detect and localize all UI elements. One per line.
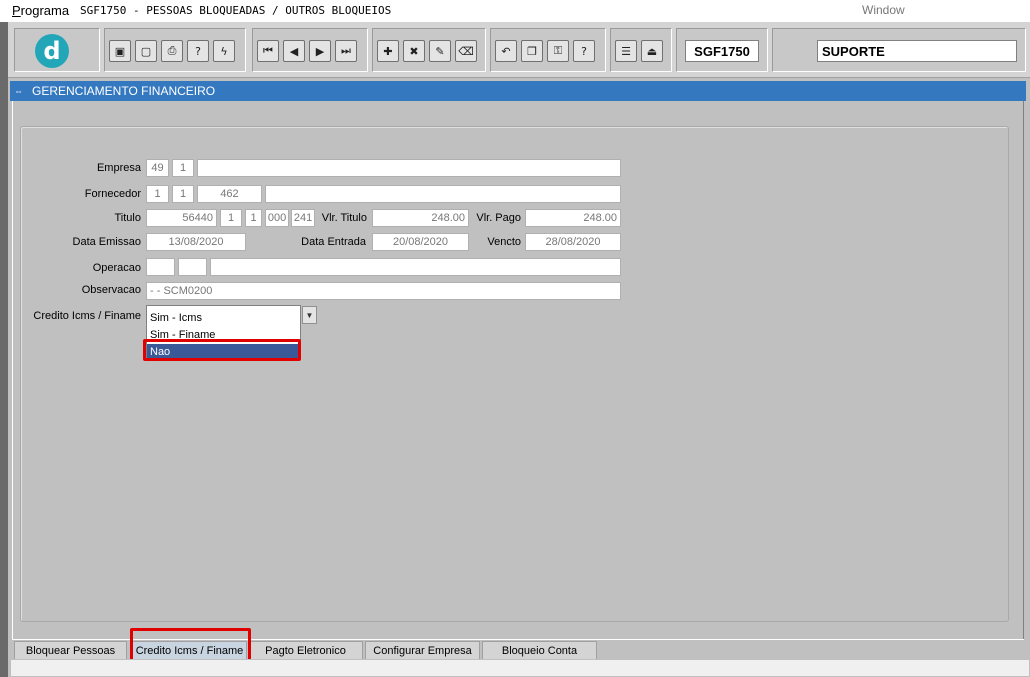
- tb-group-exit: ☰ ⏏: [610, 28, 672, 72]
- menu-bar: Programa SGF1750 - PESSOAS BLOQUEADAS / …: [0, 0, 1030, 22]
- menu-programa[interactable]: Programa: [12, 3, 69, 18]
- left-strip: [0, 22, 8, 677]
- copy-icon[interactable]: ❐: [521, 40, 543, 62]
- vlr-pago-label: Vlr. Pago: [476, 212, 521, 224]
- tb-group-tools: ↶ ❐ ⚿ ?: [490, 28, 606, 72]
- credito-option-sim-finame[interactable]: Sim - Finame: [147, 327, 300, 342]
- edit-record-icon[interactable]: ✎: [429, 40, 451, 62]
- empresa-label: Empresa: [96, 162, 141, 174]
- program-code: SGF1750: [685, 40, 759, 62]
- tb-group-user: SUPORTE: [772, 28, 1026, 72]
- titulo-b-field[interactable]: 1: [245, 209, 262, 227]
- observacao-field[interactable]: - - SCM0200: [146, 282, 621, 300]
- exit-icon[interactable]: ⏏: [641, 40, 663, 62]
- titulo-label: Titulo: [114, 212, 142, 224]
- titulo-d-field[interactable]: 241: [291, 209, 315, 227]
- empresa-code-field[interactable]: 49: [146, 159, 169, 177]
- app-logo-icon: d: [35, 34, 69, 68]
- logo-group: d: [14, 28, 100, 72]
- window-title: GERENCIAMENTO FINANCEIRO: [32, 84, 216, 98]
- print-preview-icon[interactable]: ▢: [135, 40, 157, 62]
- data-entrada-field[interactable]: 20/08/2020: [372, 233, 469, 251]
- operacao-a-field[interactable]: [146, 258, 175, 276]
- save-icon[interactable]: ▣: [109, 40, 131, 62]
- vencto-field[interactable]: 28/08/2020: [525, 233, 621, 251]
- credito-option-sim-icms[interactable]: Sim - Icms: [147, 310, 300, 325]
- key-icon[interactable]: ⚿: [547, 40, 569, 62]
- toolbar: d ▣ ▢ ⎙ ? ϟ ⏮ ◀ ▶ ⏭ ✚ ✖ ✎ ⌫ ↶ ❐ ⚿ ? ☰ ⏏ …: [8, 22, 1030, 78]
- credito-label: Credito Icms / Finame: [33, 310, 141, 322]
- fornecedor-a-field[interactable]: 1: [146, 185, 169, 203]
- execute-query-icon[interactable]: ϟ: [213, 40, 235, 62]
- insert-record-icon[interactable]: ✚: [377, 40, 399, 62]
- status-bar: [10, 659, 1030, 677]
- fornecedor-name-field[interactable]: [265, 185, 621, 203]
- vlr-titulo-field[interactable]: 248.00: [372, 209, 469, 227]
- tb-group-edit: ✚ ✖ ✎ ⌫: [372, 28, 486, 72]
- tb-group-nav: ⏮ ◀ ▶ ⏭: [252, 28, 368, 72]
- help-query-icon[interactable]: ?: [187, 40, 209, 62]
- tb-group-file: ▣ ▢ ⎙ ? ϟ: [104, 28, 246, 72]
- empresa-sub-field[interactable]: 1: [172, 159, 194, 177]
- menu-icon[interactable]: ☰: [615, 40, 637, 62]
- next-record-icon[interactable]: ▶: [309, 40, 331, 62]
- operacao-desc-field[interactable]: [210, 258, 621, 276]
- first-record-icon[interactable]: ⏮: [257, 40, 279, 62]
- tab-bloquear-pessoas[interactable]: Bloquear Pessoas: [14, 641, 127, 659]
- titulo-a-field[interactable]: 1: [220, 209, 242, 227]
- vencto-label: Vencto: [487, 236, 521, 248]
- observacao-label: Observacao: [81, 284, 141, 296]
- empresa-name-field[interactable]: [197, 159, 621, 177]
- printer-icon[interactable]: ⎙: [161, 40, 183, 62]
- tab-bloqueio-conta[interactable]: Bloqueio Conta: [482, 641, 597, 659]
- fornecedor-code-field[interactable]: 462: [197, 185, 262, 203]
- fornecedor-b-field[interactable]: 1: [172, 185, 194, 203]
- user-name: SUPORTE: [817, 40, 1017, 62]
- operacao-b-field[interactable]: [178, 258, 207, 276]
- menu-window[interactable]: Window: [862, 3, 905, 17]
- fornecedor-label: Fornecedor: [84, 188, 141, 200]
- vlr-titulo-label: Vlr. Titulo: [321, 212, 367, 224]
- program-title: SGF1750 - PESSOAS BLOQUEADAS / OUTROS BL…: [80, 4, 392, 17]
- titulo-num-field[interactable]: 56440: [146, 209, 217, 227]
- tab-pagto-eletronico[interactable]: Pagto Eletronico: [248, 641, 363, 659]
- tab-credito-icms-finame[interactable]: Credito Icms / Finame: [132, 641, 247, 659]
- window-title-bar: ⇔ GERENCIAMENTO FINANCEIRO: [10, 81, 1026, 101]
- clear-icon[interactable]: ⌫: [455, 40, 477, 62]
- credito-option-nao[interactable]: Nao: [147, 344, 300, 359]
- last-record-icon[interactable]: ⏭: [335, 40, 357, 62]
- help-icon[interactable]: ?: [573, 40, 595, 62]
- data-entrada-label: Data Entrada: [301, 236, 366, 248]
- chevron-down-icon[interactable]: ▼: [302, 306, 317, 324]
- previous-record-icon[interactable]: ◀: [283, 40, 305, 62]
- undo-icon[interactable]: ↶: [495, 40, 517, 62]
- credito-dropdown-list[interactable]: Sim - Icms Sim - Finame Nao: [146, 305, 301, 360]
- data-emissao-label: Data Emissao: [72, 236, 141, 248]
- vlr-pago-field[interactable]: 248.00: [525, 209, 621, 227]
- data-emissao-field[interactable]: 13/08/2020: [146, 233, 246, 251]
- window-icon: ⇔: [14, 86, 23, 96]
- tb-group-code: SGF1750: [676, 28, 768, 72]
- delete-record-icon[interactable]: ✖: [403, 40, 425, 62]
- operacao-label: Operacao: [92, 262, 141, 274]
- titulo-c-field[interactable]: 000: [265, 209, 289, 227]
- tab-configurar-empresa[interactable]: Configurar Empresa: [365, 641, 480, 659]
